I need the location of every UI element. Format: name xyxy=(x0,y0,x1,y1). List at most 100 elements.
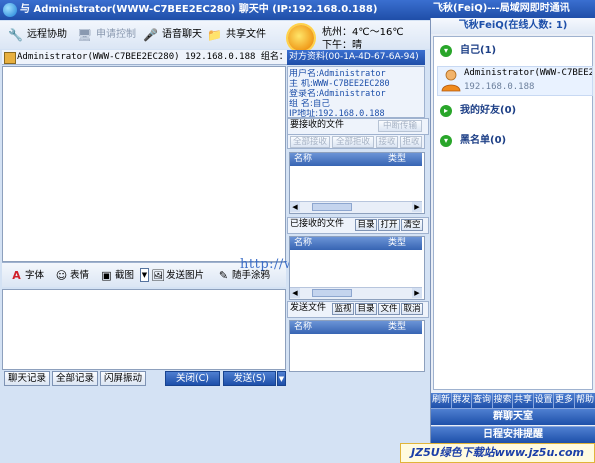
receive-button[interactable]: 接收 xyxy=(376,136,398,148)
received-list-scrollbar[interactable]: ◀ ▶ xyxy=(290,287,422,299)
send-list-header: 名称 类型 xyxy=(290,321,422,334)
share-files-button[interactable]: 📁 共享文件 xyxy=(207,26,266,44)
peer-field-username: 用户名:Administrator xyxy=(289,69,386,79)
expand-group-icon: ▾ xyxy=(440,135,452,147)
user-card-icon xyxy=(4,52,16,64)
scroll-right-icon[interactable]: ▶ xyxy=(412,288,422,298)
all-history-button[interactable]: 全部记录 xyxy=(52,371,98,386)
feiq-toolbar: 刷新 群发 查询 搜索 共享 设置 更多 帮助 xyxy=(431,393,595,408)
close-button[interactable]: 关闭(C) xyxy=(165,371,220,386)
peer-info-bar: Administrator(WWW-C7BEE2EC280) 192.168.0… xyxy=(2,50,287,65)
chat-title-text: 与 Administrator(WWW-C7BEE2EC280) 聊天中 (IP… xyxy=(20,4,378,15)
query-button[interactable]: 查询 xyxy=(472,393,493,408)
received-file-list[interactable]: 名称 类型 ◀ ▶ xyxy=(289,236,425,300)
scroll-thumb[interactable] xyxy=(312,289,352,297)
column-name-header: 名称 xyxy=(294,322,313,332)
chat-window-title: 与 Administrator(WWW-C7BEE2EC280) 聊天中 (IP… xyxy=(0,0,430,20)
message-history-area[interactable] xyxy=(2,66,286,262)
reject-all-button[interactable]: 全部拒收 xyxy=(332,136,374,148)
chat-history-button[interactable]: 聊天记录 xyxy=(4,371,50,386)
screenshot-dropdown[interactable]: ▼ xyxy=(140,268,149,284)
site-badge: JZ5U绿色下载站www.jz5u.com xyxy=(400,443,595,463)
feiq-title: 飞秋(FeiQ)---局域网即时通讯 xyxy=(430,0,595,18)
help-button[interactable]: 帮助 xyxy=(575,393,595,408)
send-monitor-button[interactable]: 监视 xyxy=(332,303,354,315)
group-friends[interactable]: ▸ 我的好友(0) xyxy=(438,103,516,119)
remote-assist-button[interactable]: 🔧 远程协助 xyxy=(8,26,67,44)
font-icon: A xyxy=(12,269,21,282)
shake-window-button[interactable]: 闪屏振动 xyxy=(100,371,146,386)
received-files-header: 已接收的文件 目录 打开 清空 xyxy=(287,217,429,234)
image-icon: 🖼 xyxy=(151,269,165,282)
scroll-thumb[interactable] xyxy=(312,203,352,211)
send-file-list[interactable]: 名称 类型 xyxy=(289,320,425,372)
screenshot-icon: ▣ xyxy=(101,269,112,282)
group-blacklist[interactable]: ▾ 黑名单(0) xyxy=(438,133,506,149)
send-file-button[interactable]: 文件 xyxy=(378,303,400,315)
send-folder-button[interactable]: 目录 xyxy=(355,303,377,315)
peer-profile-title: 对方资料(00-1A-4D-67-6A-94) xyxy=(287,50,425,65)
scroll-right-icon[interactable]: ▶ xyxy=(412,202,422,212)
collapse-group-icon: ▸ xyxy=(440,105,452,117)
smiley-icon: ☺ xyxy=(55,269,68,282)
send-image-button[interactable]: 🖼 发送图片 xyxy=(151,268,204,284)
peer-field-group: 组 名:自己 xyxy=(289,99,330,109)
receive-all-button[interactable]: 全部接收 xyxy=(290,136,330,148)
column-name-header: 名称 xyxy=(294,238,313,248)
scroll-left-icon[interactable]: ◀ xyxy=(290,288,300,298)
weather-condition: 下午：晴 xyxy=(322,40,362,51)
received-folder-button[interactable]: 目录 xyxy=(355,219,377,231)
column-type-header: 类型 xyxy=(388,322,407,332)
share-button[interactable]: 共享 xyxy=(513,393,534,408)
group-chat-room-button[interactable]: 群聊天室 xyxy=(431,408,595,425)
column-type-header: 类型 xyxy=(388,154,407,164)
scroll-left-icon[interactable]: ◀ xyxy=(290,202,300,212)
peer-profile: 用户名:Administrator 主 机:WWW-C7BEE2EC280 登录… xyxy=(287,66,425,119)
column-name-header: 名称 xyxy=(294,154,313,164)
more-button[interactable]: 更多 xyxy=(554,393,575,408)
remote-assist-icon: 🔧 xyxy=(8,28,23,42)
contact-name: Administrator(WWW-C7BEE2EC280) xyxy=(464,68,592,78)
user-avatar-icon xyxy=(441,69,461,92)
send-files-header: 发送文件 监视 目录 文件 取消 xyxy=(287,301,429,318)
peer-field-login: 登录名:Administrator xyxy=(289,89,386,99)
chevron-down-icon: ▼ xyxy=(278,375,285,383)
receive-list-scrollbar[interactable]: ◀ ▶ xyxy=(290,201,422,213)
reject-button[interactable]: 拒收 xyxy=(400,136,422,148)
received-list-header: 名称 类型 xyxy=(290,237,422,250)
schedule-reminder-button[interactable]: 日程安排提醒 xyxy=(431,426,595,443)
send-button[interactable]: 发送(S) xyxy=(223,371,276,386)
contact-ip: 192.168.0.188 xyxy=(464,82,535,92)
send-cancel-button[interactable]: 取消 xyxy=(401,303,423,315)
received-open-button[interactable]: 打开 xyxy=(378,219,400,231)
broadcast-button[interactable]: 群发 xyxy=(452,393,472,408)
brush-icon: ✎ xyxy=(218,269,229,282)
settings-button[interactable]: 设置 xyxy=(534,393,554,408)
receive-actions: 全部接收 全部拒收 接收 拒收 xyxy=(287,134,425,149)
receive-list-header: 名称 类型 xyxy=(290,153,422,166)
font-button[interactable]: A 字体 xyxy=(10,268,44,284)
interrupt-transfer-button[interactable]: 中断传输 xyxy=(378,120,422,132)
peer-field-host: 主 机:WWW-C7BEE2EC280 xyxy=(289,79,390,89)
search-button[interactable]: 搜索 xyxy=(493,393,513,408)
microphone-icon: 🎤 xyxy=(143,28,158,42)
screenshot-button[interactable]: ▣ 截图 xyxy=(100,268,134,284)
receive-file-list[interactable]: 名称 类型 ◀ ▶ xyxy=(289,152,425,214)
group-self[interactable]: ▾ 自己(1) xyxy=(438,43,496,59)
feiq-logo-icon xyxy=(3,3,17,17)
emoji-button[interactable]: ☺ 表情 xyxy=(55,268,89,284)
online-count: 飞秋FeiQ(在线人数: 1) xyxy=(431,18,595,34)
sunny-weather-icon xyxy=(288,25,314,51)
message-input-area[interactable] xyxy=(2,289,286,370)
request-control-icon: 🖥 xyxy=(77,28,93,42)
send-options-dropdown[interactable]: ▼ xyxy=(277,371,286,386)
request-control-button[interactable]: 🖥 申请控制 xyxy=(77,26,136,44)
folder-icon: 📁 xyxy=(207,28,222,42)
voice-chat-button[interactable]: 🎤 语音聊天 xyxy=(143,26,202,44)
chat-bottom-bar: 聊天记录 全部记录 闪屏振动 关闭(C) 发送(S) ▼ xyxy=(2,371,286,387)
chevron-down-icon: ▼ xyxy=(140,268,149,282)
refresh-button[interactable]: 刷新 xyxy=(431,393,452,408)
column-type-header: 类型 xyxy=(388,238,407,248)
expand-group-icon: ▾ xyxy=(440,45,452,57)
received-clear-button[interactable]: 清空 xyxy=(401,219,423,231)
